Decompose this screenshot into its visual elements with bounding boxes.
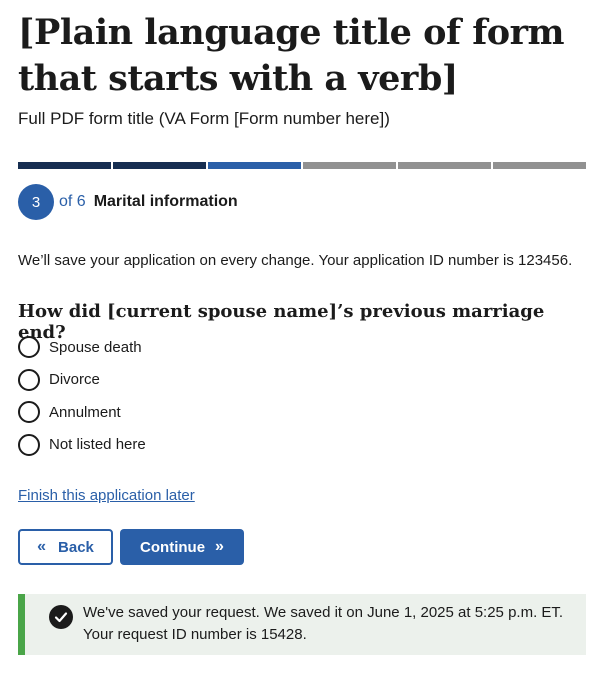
radio-option-not-listed[interactable]: Not listed here bbox=[18, 433, 146, 456]
radio-button[interactable] bbox=[18, 433, 40, 456]
chevron-double-right-icon: » bbox=[215, 538, 224, 555]
back-button-label: Back bbox=[58, 538, 94, 556]
step-total: of 6 bbox=[59, 193, 86, 210]
step-number-badge: 3 bbox=[18, 184, 54, 220]
progress-segment bbox=[493, 162, 586, 169]
progress-bar bbox=[18, 162, 586, 169]
step-title: Marital information bbox=[93, 193, 238, 210]
alert-line-2: Your request ID number is 15428. bbox=[83, 626, 307, 643]
alert-message: We've saved your request. We saved it on… bbox=[83, 602, 563, 646]
progress-segment bbox=[208, 162, 301, 169]
check-circle-icon bbox=[49, 605, 73, 629]
progress-segment bbox=[18, 162, 111, 169]
chevron-double-left-icon: « bbox=[37, 538, 47, 555]
radio-label[interactable]: Annulment bbox=[49, 404, 121, 421]
page-title: [Plain language title of form that start… bbox=[18, 12, 565, 99]
save-notice: We’ll save your application on every cha… bbox=[18, 252, 573, 269]
alert-line-1: We've saved your request. We saved it on… bbox=[83, 604, 564, 621]
radio-option-annulment[interactable]: Annulment bbox=[18, 401, 146, 423]
radio-option-spouse-death[interactable]: Spouse death bbox=[18, 336, 146, 358]
finish-later-link[interactable]: Finish this application later bbox=[18, 487, 195, 504]
progress-segment bbox=[398, 162, 491, 169]
radio-button[interactable] bbox=[18, 336, 40, 358]
continue-button-label: Continue bbox=[140, 538, 206, 556]
radio-label[interactable]: Spouse death bbox=[49, 339, 142, 356]
step-indicator: 3 of 6 Marital information bbox=[18, 184, 238, 220]
form-subtitle: Full PDF form title (VA Form [Form numbe… bbox=[18, 109, 390, 128]
progress-segment bbox=[303, 162, 396, 169]
success-alert: We've saved your request. We saved it on… bbox=[18, 594, 586, 655]
radio-button[interactable] bbox=[18, 368, 40, 391]
continue-button[interactable]: Continue » bbox=[120, 529, 244, 565]
radio-label[interactable]: Divorce bbox=[49, 371, 100, 388]
progress-segment bbox=[113, 162, 206, 169]
checkmark-icon bbox=[54, 612, 68, 623]
radio-option-divorce[interactable]: Divorce bbox=[18, 368, 146, 391]
radio-button[interactable] bbox=[18, 401, 40, 423]
radio-label[interactable]: Not listed here bbox=[49, 436, 146, 453]
radio-group: Spouse death Divorce Annulment Not liste… bbox=[18, 336, 146, 466]
back-button[interactable]: « Back bbox=[18, 529, 113, 565]
